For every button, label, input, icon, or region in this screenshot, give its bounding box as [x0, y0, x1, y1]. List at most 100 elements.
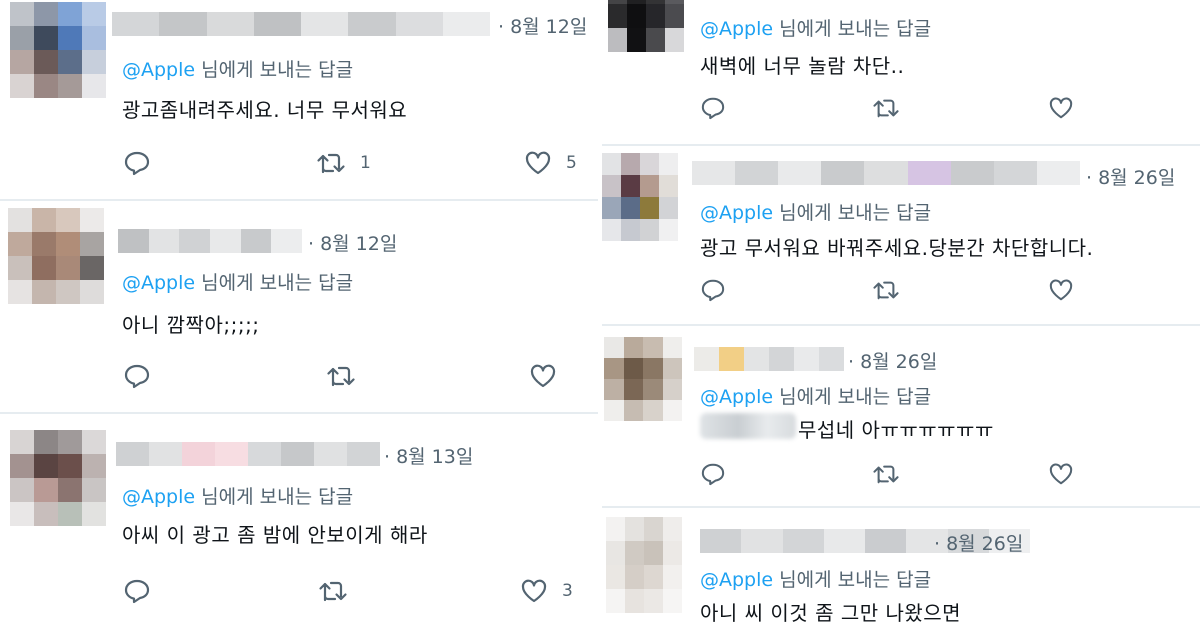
- tweet-date[interactable]: · 8월 12일: [498, 12, 587, 39]
- blurred-display-name[interactable]: [116, 442, 380, 466]
- right-screenshot-panel: @Apple 님에게 보내는 답글 새벽에 너무 놀람 차단.. · 8월 26…: [602, 0, 1200, 628]
- reply-button[interactable]: [123, 363, 151, 389]
- like-count: 5: [566, 153, 577, 173]
- retweet-button[interactable]: [872, 278, 900, 302]
- reply-button[interactable]: [700, 462, 726, 486]
- like-button[interactable]: [1048, 462, 1074, 486]
- mention-link[interactable]: @Apple: [700, 569, 773, 591]
- reply-to-line: @Apple 님에게 보내는 답글: [700, 198, 931, 225]
- reply-icon: [124, 579, 150, 604]
- mention-link[interactable]: @Apple: [122, 272, 195, 294]
- like-icon: [1049, 463, 1073, 485]
- reply-to-line: @Apple 님에게 보내는 답글: [122, 482, 353, 509]
- avatar[interactable]: [8, 208, 104, 304]
- retweet-icon: [317, 153, 345, 174]
- retweet-count: 1: [360, 153, 371, 173]
- tweet-date[interactable]: · 8월 26일: [848, 347, 937, 374]
- avatar[interactable]: [602, 153, 678, 241]
- tweet-date[interactable]: · 8월 13일: [384, 442, 473, 469]
- avatar[interactable]: [608, 0, 684, 52]
- reply-to-line: @Apple 님에게 보내는 답글: [700, 14, 931, 41]
- mention-link[interactable]: @Apple: [700, 386, 773, 408]
- tweet-text: 무섭네 아ㅠㅠㅠㅠㅠㅠ: [798, 418, 994, 442]
- like-icon: [521, 579, 547, 603]
- reply-icon: [701, 97, 725, 120]
- tweet-text: 아씨 이 광고 좀 밤에 안보이게 해라: [122, 523, 428, 547]
- reply-to-label: 님에게 보내는 답글: [201, 272, 354, 294]
- reply-button[interactable]: [700, 96, 726, 120]
- tweet-card[interactable]: · 8월 12일 @Apple 님에게 보내는 답글 광고좀내려주세요. 너무 …: [0, 0, 598, 198]
- blurred-display-name[interactable]: [692, 161, 1080, 185]
- avatar[interactable]: [604, 337, 682, 421]
- tweet-card[interactable]: · 8월 13일 @Apple 님에게 보내는 답글 아씨 이 광고 좀 밤에 …: [0, 416, 598, 628]
- reply-icon: [701, 279, 725, 302]
- blurred-display-name[interactable]: [694, 347, 844, 371]
- tweet-divider: [602, 324, 1200, 326]
- blurred-mention: [700, 413, 796, 439]
- reply-to-label: 님에게 보내는 답글: [779, 569, 932, 591]
- reply-to-line: @Apple 님에게 보내는 답글: [700, 565, 931, 592]
- retweet-button[interactable]: [318, 578, 362, 604]
- reply-button[interactable]: [123, 150, 151, 176]
- left-screenshot-panel: · 8월 12일 @Apple 님에게 보내는 답글 광고좀내려주세요. 너무 …: [0, 0, 598, 628]
- retweet-button[interactable]: 1: [316, 150, 371, 176]
- tweet-card[interactable]: · 8월 26일 @Apple 님에게 보내는 답글 아니 씨 이것 좀 그만 …: [602, 509, 1200, 628]
- reply-button[interactable]: [123, 578, 151, 604]
- mention-link[interactable]: @Apple: [700, 18, 773, 40]
- retweet-button[interactable]: [872, 96, 900, 120]
- tweet-card[interactable]: · 8월 26일 @Apple 님에게 보내는 답글 무섭네 아ㅠㅠㅠㅠㅠㅠ: [602, 327, 1200, 505]
- tweet-card[interactable]: @Apple 님에게 보내는 답글 새벽에 너무 놀람 차단..: [602, 0, 1200, 143]
- retweet-icon: [327, 366, 355, 387]
- tweet-divider: [602, 144, 1200, 146]
- reply-to-label: 님에게 보내는 답글: [779, 202, 932, 224]
- like-icon: [525, 151, 551, 175]
- mention-link[interactable]: @Apple: [122, 486, 195, 508]
- tweet-divider: [0, 412, 598, 414]
- tweet-date[interactable]: · 8월 26일: [1086, 163, 1175, 190]
- blurred-display-name[interactable]: [112, 12, 490, 36]
- reply-to-line: @Apple 님에게 보내는 답글: [700, 382, 931, 409]
- reply-to-label: 님에게 보내는 답글: [779, 386, 932, 408]
- like-icon: [1049, 279, 1073, 301]
- like-button[interactable]: [1048, 278, 1074, 302]
- like-button[interactable]: [529, 363, 571, 389]
- retweet-icon: [319, 581, 347, 602]
- retweet-icon: [873, 281, 899, 300]
- mention-link[interactable]: @Apple: [700, 202, 773, 224]
- tweet-text: 새벽에 너무 놀람 차단..: [700, 54, 905, 78]
- tweet-date[interactable]: · 8월 26일: [934, 529, 1023, 556]
- mention-link[interactable]: @Apple: [122, 59, 195, 81]
- avatar[interactable]: [10, 2, 106, 98]
- tweet-date[interactable]: · 8월 12일: [308, 229, 397, 256]
- reply-icon: [701, 463, 725, 486]
- reply-to-label: 님에게 보내는 답글: [201, 486, 354, 508]
- tweet-divider: [602, 506, 1200, 508]
- like-icon: [530, 364, 556, 388]
- reply-icon: [124, 364, 150, 389]
- like-button[interactable]: [1048, 96, 1074, 120]
- tweet-card[interactable]: · 8월 12일 @Apple 님에게 보내는 답글 아니 깜짝아;;;;;: [0, 203, 598, 409]
- retweet-icon: [873, 465, 899, 484]
- tweet-card[interactable]: · 8월 26일 @Apple 님에게 보내는 답글 광고 무서워요 바꿔주세요…: [602, 147, 1200, 323]
- tweet-text: 광고 무서워요 바꿔주세요.당분간 차단합니다.: [700, 236, 1094, 260]
- retweet-button[interactable]: [872, 462, 900, 486]
- like-count: 3: [562, 581, 573, 601]
- avatar[interactable]: [606, 517, 682, 613]
- retweet-button[interactable]: [326, 363, 370, 389]
- avatar[interactable]: [10, 430, 106, 526]
- blurred-display-name[interactable]: [118, 229, 302, 253]
- reply-button[interactable]: [700, 278, 726, 302]
- like-button[interactable]: 5: [524, 150, 577, 176]
- reply-to-line: @Apple 님에게 보내는 답글: [122, 268, 353, 295]
- reply-icon: [124, 151, 150, 176]
- tweet-text: 광고좀내려주세요. 너무 무서워요: [122, 98, 408, 122]
- retweet-icon: [873, 99, 899, 118]
- like-icon: [1049, 97, 1073, 119]
- reply-to-label: 님에게 보내는 답글: [779, 18, 932, 40]
- tweet-divider: [0, 199, 598, 201]
- like-button[interactable]: 3: [520, 578, 573, 604]
- reply-to-line: @Apple 님에게 보내는 답글: [122, 55, 353, 82]
- tweet-text: 아니 깜짝아;;;;;: [122, 313, 260, 337]
- reply-to-label: 님에게 보내는 답글: [201, 59, 354, 81]
- tweet-text: 아니 씨 이것 좀 그만 나왔으면: [700, 601, 962, 625]
